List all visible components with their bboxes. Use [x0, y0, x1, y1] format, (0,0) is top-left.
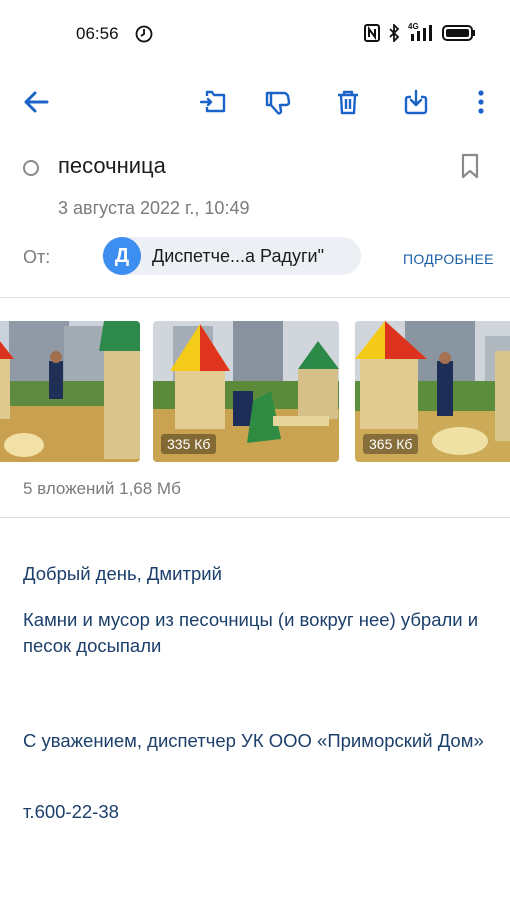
subject-row: песочница [0, 150, 510, 186]
message-date: 3 августа 2022 г., 10:49 [58, 198, 250, 218]
spam-button[interactable] [256, 80, 300, 124]
attachment-thumbnail[interactable]: 335 Кб [153, 321, 339, 462]
delete-button[interactable] [326, 80, 370, 124]
back-button[interactable] [14, 80, 58, 124]
save-to-device-button[interactable] [394, 80, 438, 124]
message-signature: С уважением, диспетчер УК ООО «Приморски… [23, 730, 484, 751]
message-greeting: Добрый день, Дмитрий [23, 563, 222, 584]
more-button[interactable] [459, 80, 503, 124]
status-bar: 06:56 4G [0, 0, 510, 68]
signal-icon: 4G [408, 22, 434, 42]
attachment-size: 365 Кб [363, 434, 419, 454]
attachments-carousel[interactable]: Кб 335 Кб [0, 321, 510, 462]
message-subject: песочница [58, 153, 166, 178]
sender-name: Диспетче...а Радуги" [152, 246, 324, 266]
system-icons: 4G [364, 22, 476, 42]
back-arrow-icon [24, 91, 49, 113]
move-to-folder-button[interactable] [191, 80, 235, 124]
bluetooth-icon [389, 24, 400, 42]
attachments-summary: 5 вложений 1,68 Мб [23, 479, 181, 498]
details-link[interactable]: ПОДРОБНЕЕ [403, 251, 494, 267]
status-time: 06:56 [76, 24, 119, 43]
more-icon [478, 90, 484, 114]
divider [0, 297, 510, 298]
message-phone: т.600-22-38 [23, 801, 119, 822]
alarm-icon [135, 25, 153, 43]
message-toolbar [0, 80, 510, 124]
attachment-thumbnail[interactable]: Кб [0, 321, 140, 462]
read-status-toggle[interactable] [23, 160, 39, 176]
trash-icon [338, 90, 358, 115]
attachment-thumbnail[interactable]: 365 Кб [355, 321, 510, 462]
divider [0, 517, 510, 518]
attachment-image [0, 321, 140, 462]
message-paragraph: Камни и мусор из песочницы (и вокруг нее… [23, 609, 479, 656]
sender-chip[interactable]: Д Диспетче...а Радуги" [102, 237, 361, 275]
nfc-icon [364, 24, 380, 42]
battery-icon [442, 25, 475, 41]
download-icon [404, 89, 428, 115]
avatar: Д [103, 237, 141, 275]
move-to-folder-icon [199, 90, 226, 113]
attachment-size: 335 Кб [161, 434, 217, 454]
bookmark-icon[interactable] [458, 152, 482, 180]
from-label: От: [23, 247, 51, 267]
thumbs-down-icon [265, 91, 291, 115]
